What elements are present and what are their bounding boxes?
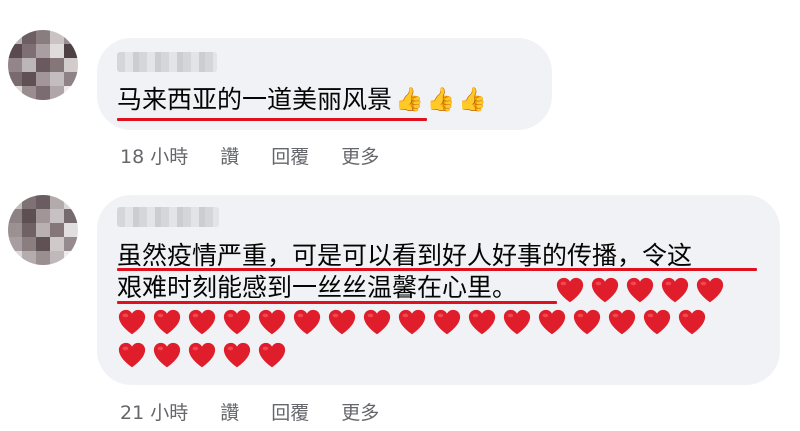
red-heart-icon xyxy=(222,340,252,370)
author-name[interactable] xyxy=(117,52,217,72)
red-heart-icon xyxy=(187,340,217,370)
red-heart-icon xyxy=(467,307,497,337)
red-heart-icon xyxy=(660,275,690,305)
author-name[interactable] xyxy=(117,207,219,227)
red-underline xyxy=(117,118,427,121)
thumbs-up-icon: 👍 xyxy=(426,87,456,113)
avatar[interactable] xyxy=(8,195,78,265)
red-heart-icon xyxy=(292,307,322,337)
red-heart-icon xyxy=(590,275,620,305)
red-heart-icon xyxy=(502,307,532,337)
red-heart-icon xyxy=(257,340,287,370)
red-heart-icon xyxy=(152,340,182,370)
red-underline xyxy=(117,301,557,304)
red-heart-icon xyxy=(117,307,147,337)
reply-button[interactable]: 回覆 xyxy=(271,146,309,168)
reply-button[interactable]: 回覆 xyxy=(271,402,309,424)
like-button[interactable]: 讚 xyxy=(220,402,239,424)
red-heart-icon xyxy=(432,307,462,337)
avatar[interactable] xyxy=(8,30,78,100)
red-heart-icon xyxy=(677,307,707,337)
red-heart-icon xyxy=(362,307,392,337)
more-button[interactable]: 更多 xyxy=(341,402,379,424)
comment-text-line: 艰难时刻能感到一丝丝温馨在心里。 xyxy=(117,273,518,302)
red-heart-icon xyxy=(695,275,725,305)
red-heart-icon xyxy=(607,307,637,337)
red-heart-icon xyxy=(117,340,147,370)
red-heart-icon xyxy=(642,307,672,337)
thumbs-up-icon: 👍 xyxy=(395,87,424,113)
red-heart-icon xyxy=(537,307,567,337)
red-heart-icon xyxy=(555,275,585,305)
comment-timestamp[interactable]: 18 小時 xyxy=(120,146,188,168)
comment-actions: 18 小時 讚 回覆 更多 xyxy=(120,142,411,169)
comment-bubble: 马来西亚的一道美丽风景 👍 👍 👍 xyxy=(97,38,552,130)
red-heart-icon xyxy=(397,307,427,337)
red-heart-icon xyxy=(222,307,252,337)
red-heart-icon xyxy=(187,307,217,337)
red-heart-icon xyxy=(257,307,287,337)
more-button[interactable]: 更多 xyxy=(341,146,379,168)
red-heart-icon xyxy=(152,307,182,337)
like-button[interactable]: 讚 xyxy=(220,146,239,168)
red-heart-icon xyxy=(625,275,655,305)
red-heart-icon xyxy=(572,307,602,337)
comment-bubble: 虽然疫情严重，可是可以看到好人好事的传播，令这 艰难时刻能感到一丝丝温馨在心里。 xyxy=(97,195,780,385)
red-heart-icon xyxy=(327,307,357,337)
comment-timestamp[interactable]: 21 小時 xyxy=(120,402,188,424)
comment-actions: 21 小時 讚 回覆 更多 xyxy=(120,398,411,425)
thumbs-up-icon: 👍 xyxy=(458,87,487,113)
comment-text: 马来西亚的一道美丽风景 👍 👍 👍 xyxy=(117,83,487,117)
